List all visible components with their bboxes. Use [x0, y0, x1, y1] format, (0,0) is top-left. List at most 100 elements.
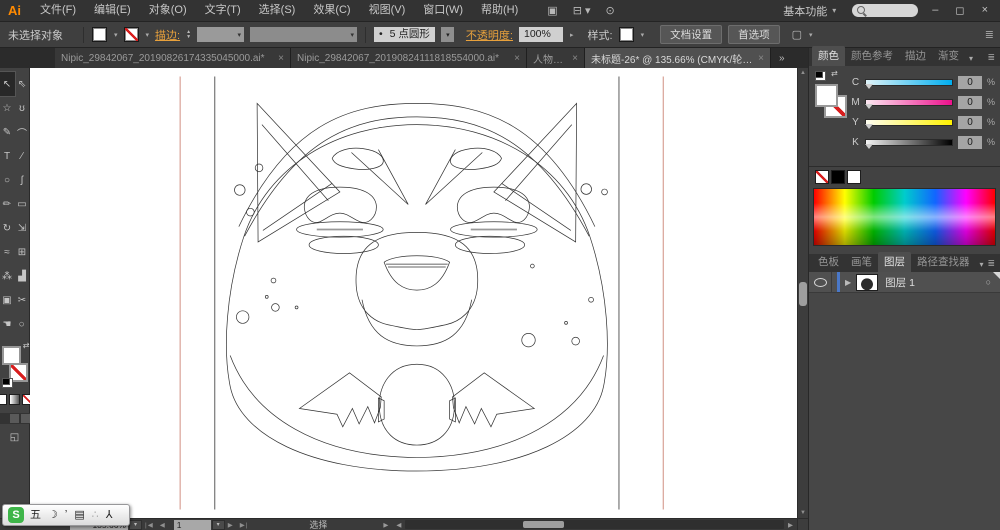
- keyboard-icon[interactable]: ▤: [74, 507, 84, 523]
- chevron-down-icon[interactable]: ▾: [114, 31, 118, 39]
- menu-help[interactable]: 帮助(H): [472, 0, 527, 21]
- menu-effect[interactable]: 效果(C): [304, 0, 359, 21]
- symbol-sprayer-tool[interactable]: ⁂: [0, 264, 15, 288]
- minimize-button[interactable]: –: [932, 4, 938, 17]
- color-tab-0[interactable]: 颜色: [812, 46, 845, 66]
- default-fill-stroke-icon[interactable]: [1, 378, 13, 388]
- menu-view[interactable]: 视图(V): [360, 0, 415, 21]
- slider-thumb[interactable]: [865, 83, 873, 93]
- color-tab-3[interactable]: 渐变: [932, 46, 965, 66]
- opacity-label[interactable]: 不透明度:: [466, 27, 513, 43]
- chevron-down-icon[interactable]: ▾: [146, 31, 150, 39]
- lasso-tool[interactable]: ʊ: [15, 96, 30, 120]
- slice-tool[interactable]: ✂: [15, 288, 30, 312]
- restore-button[interactable]: ◻: [955, 4, 964, 17]
- horizontal-scrollbar[interactable]: [405, 520, 784, 529]
- c-slider[interactable]: [865, 78, 953, 93]
- horizontal-scroll-thumb[interactable]: [522, 521, 565, 528]
- layer-name[interactable]: 图层 1: [885, 275, 915, 290]
- zoom-tool[interactable]: ○: [15, 312, 30, 336]
- magic-wand-tool[interactable]: ☆: [0, 96, 15, 120]
- gpu-performance-icon[interactable]: ⊙: [605, 4, 614, 17]
- menu-select[interactable]: 选择(S): [250, 0, 305, 21]
- color-button[interactable]: [0, 394, 7, 405]
- width-tool[interactable]: ≈: [0, 240, 15, 264]
- first-artboard-button[interactable]: |◀: [145, 521, 154, 529]
- channel-value-field[interactable]: 0: [957, 95, 982, 109]
- lower-tab-3[interactable]: 路径查找器: [911, 252, 976, 272]
- style-swatch[interactable]: [618, 27, 634, 42]
- gradient-button[interactable]: [9, 394, 20, 405]
- layer-thumbnail[interactable]: [856, 273, 879, 291]
- opacity-field[interactable]: 100%: [518, 27, 563, 42]
- scroll-down-icon[interactable]: ▼: [800, 510, 806, 516]
- tab-overflow-icon[interactable]: »: [779, 53, 785, 64]
- lower-tab-2[interactable]: 图层: [878, 252, 911, 272]
- color-tab-2[interactable]: 描边: [899, 46, 932, 66]
- opacity-expand-icon[interactable]: ▸: [570, 31, 574, 39]
- curvature-tool[interactable]: ⌒: [15, 120, 30, 144]
- panel-menu-icon[interactable]: ≣: [987, 52, 1000, 66]
- slider-thumb[interactable]: [865, 123, 873, 133]
- black-swatch[interactable]: [831, 170, 845, 184]
- bridge-icon[interactable]: ▣: [547, 4, 557, 17]
- artboard-tool[interactable]: ▣: [0, 288, 15, 312]
- canvas[interactable]: [30, 68, 797, 518]
- vertical-scroll-thumb[interactable]: [799, 282, 807, 306]
- draw-behind-button[interactable]: [9, 413, 20, 424]
- menu-edit[interactable]: 编辑(E): [85, 0, 140, 21]
- screen-mode-button[interactable]: ◱: [10, 432, 19, 443]
- layer-row[interactable]: ▶ 图层 1 ○: [809, 272, 1000, 293]
- document-tab[interactable]: Nipic_29842067_20190824111818554000.ai* ×: [291, 48, 527, 68]
- workspace-switcher[interactable]: 基本功能 ▾: [783, 3, 836, 19]
- swap-fill-stroke-icon[interactable]: ⇄: [831, 69, 838, 78]
- panel-menu-icon[interactable]: ≣: [987, 258, 1000, 272]
- tab-close-icon[interactable]: ×: [514, 53, 520, 64]
- visibility-toggle[interactable]: [809, 272, 832, 292]
- document-tab[interactable]: 人物3.ai*... ×: [527, 48, 585, 68]
- app-logo-icon[interactable]: Ai: [0, 3, 31, 18]
- sogou-logo-icon[interactable]: S: [8, 507, 24, 523]
- pen-tool[interactable]: ✎: [0, 120, 15, 144]
- tab-close-icon[interactable]: ×: [278, 53, 284, 64]
- arrange-documents-icon[interactable]: ⊟ ▾: [573, 4, 591, 17]
- close-button[interactable]: ×: [982, 4, 988, 17]
- chevron-down-icon[interactable]: ▾: [809, 31, 813, 39]
- stroke-color-swatch[interactable]: [123, 27, 139, 42]
- white-swatch[interactable]: [847, 170, 861, 184]
- eraser-tool[interactable]: ▭: [15, 192, 30, 216]
- color-tab-1[interactable]: 颜色参考: [845, 46, 899, 66]
- menu-object[interactable]: 对象(O): [140, 0, 196, 21]
- ellipse-shape-tool[interactable]: ○: [0, 168, 15, 192]
- layer-expand-icon[interactable]: ▶: [845, 278, 851, 287]
- document-setup-button[interactable]: 文档设置: [660, 25, 723, 44]
- moon-icon[interactable]: ☽: [48, 507, 58, 523]
- shape-builder-tool[interactable]: ⊞: [15, 240, 30, 264]
- channel-value-field[interactable]: 0: [957, 135, 982, 149]
- channel-value-field[interactable]: 0: [957, 75, 982, 89]
- scroll-up-icon[interactable]: ▲: [800, 70, 806, 76]
- search-input[interactable]: [852, 4, 919, 17]
- menu-type[interactable]: 文字(T): [196, 0, 250, 21]
- rotate-tool[interactable]: ↻: [0, 216, 15, 240]
- free-transform-tool[interactable]: ⇲: [15, 216, 30, 240]
- hscroll-right-icon[interactable]: ▶: [788, 521, 793, 529]
- stroke-weight-label[interactable]: 描边:: [155, 27, 180, 43]
- pencil-tool[interactable]: ✏: [0, 192, 15, 216]
- lower-tab-0[interactable]: 色板: [812, 252, 845, 272]
- panel-collapse-icon[interactable]: ▾: [976, 260, 984, 272]
- chevron-down-icon[interactable]: ▾: [641, 31, 645, 39]
- variable-width-profile-dropdown[interactable]: ▾: [250, 27, 358, 42]
- lower-tab-1[interactable]: 画笔: [845, 252, 878, 272]
- slider-thumb[interactable]: [865, 143, 873, 153]
- k-slider[interactable]: [865, 138, 953, 153]
- m-slider[interactable]: [865, 98, 953, 113]
- snap-options-icon[interactable]: ▢: [792, 28, 802, 41]
- fill-swatch[interactable]: [1, 346, 21, 365]
- prev-artboard-button[interactable]: ◀: [160, 521, 166, 529]
- stroke-weight-dropdown[interactable]: ▾: [197, 27, 245, 42]
- none-swatch[interactable]: [815, 170, 829, 184]
- wrench-icon[interactable]: ⅄: [106, 507, 113, 523]
- brush-dropdown-button[interactable]: ▾: [440, 27, 454, 42]
- selection-tool[interactable]: ↖: [0, 71, 16, 97]
